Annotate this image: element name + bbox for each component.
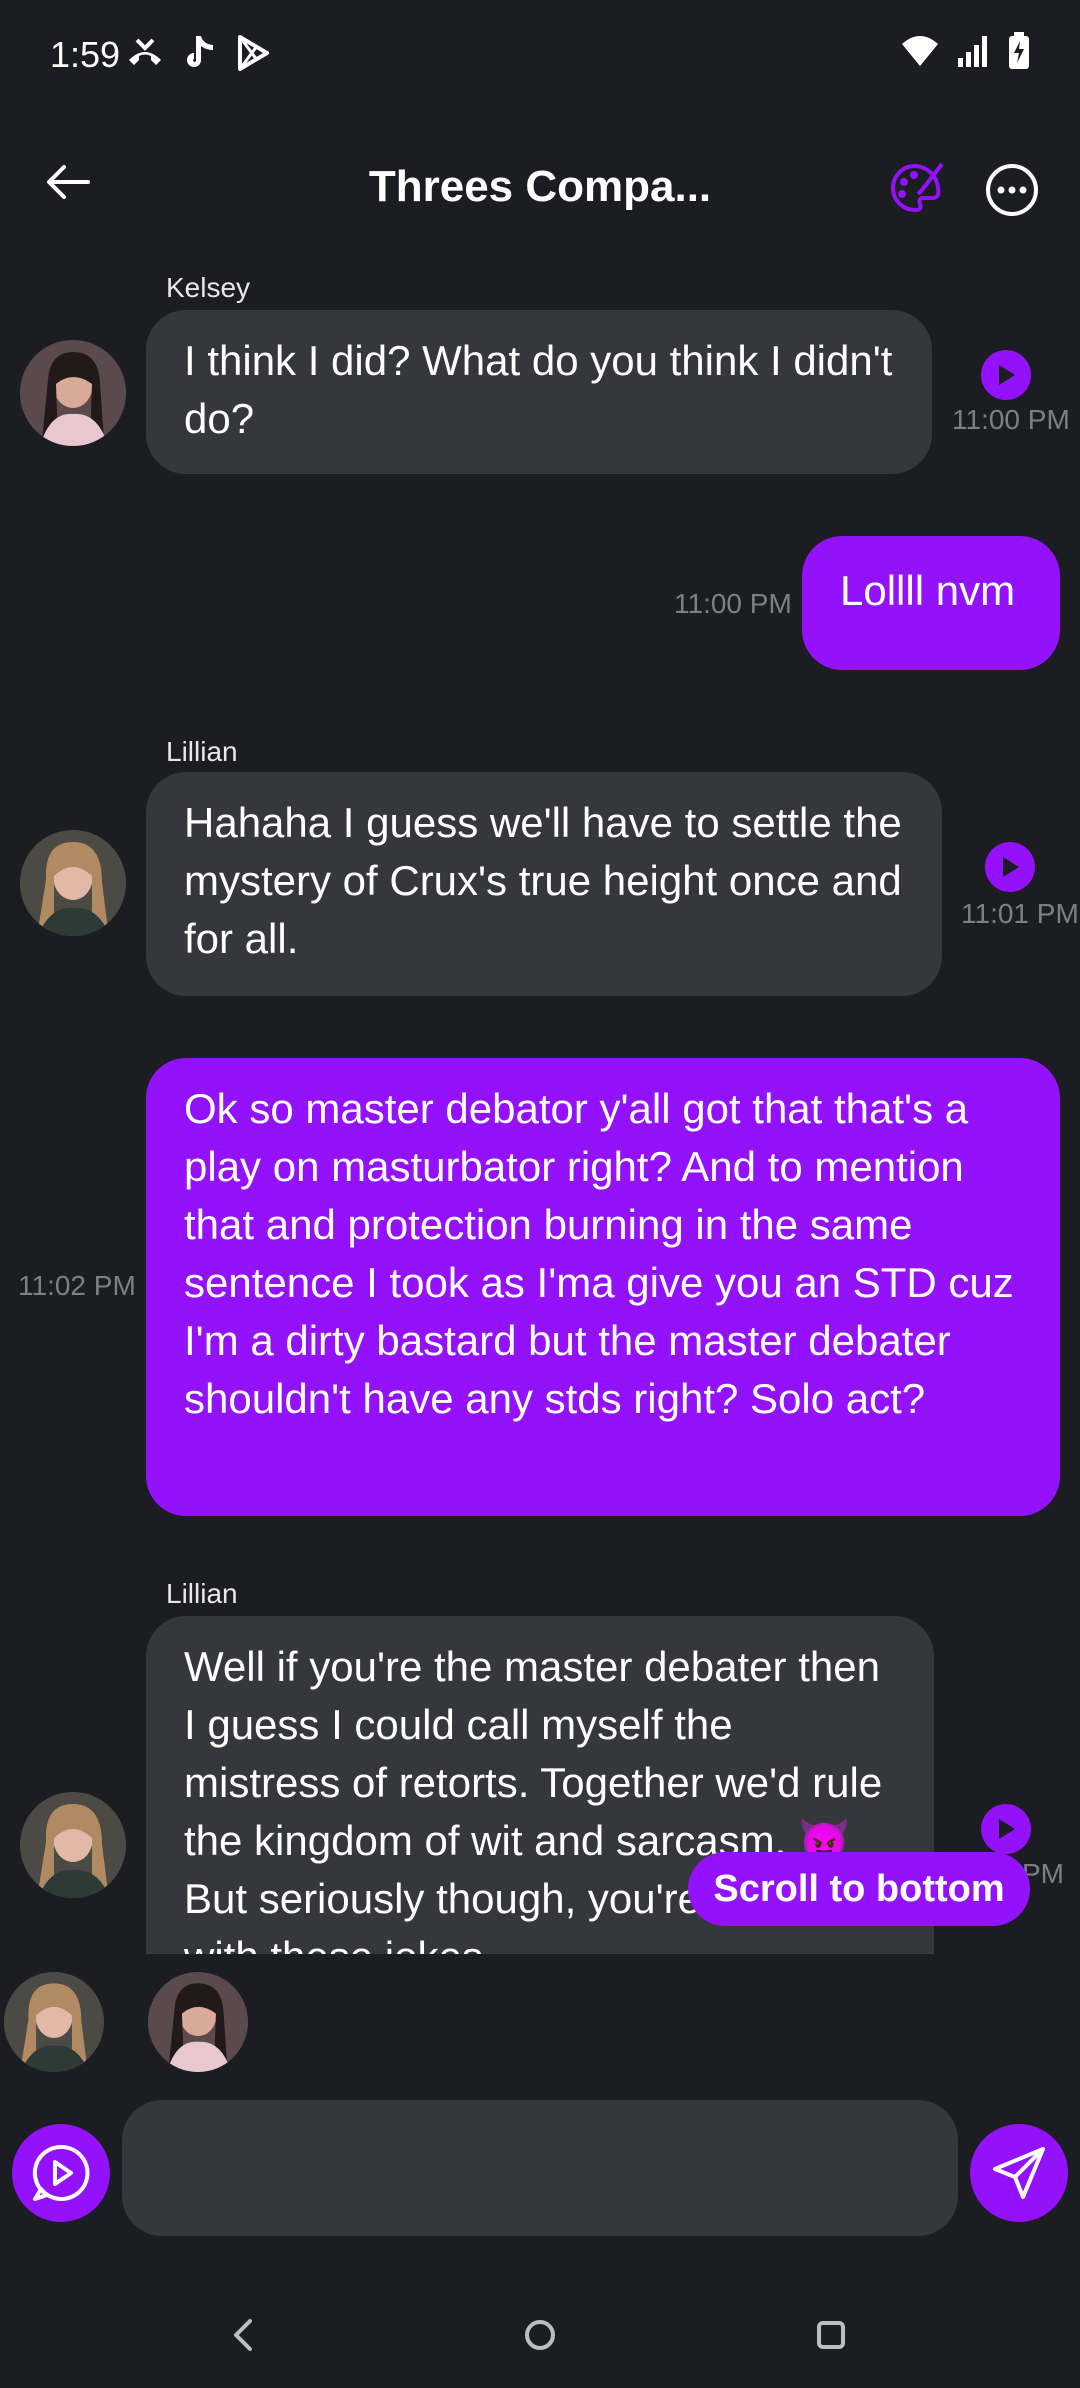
send-button[interactable] (970, 2124, 1068, 2222)
sender-name: Kelsey (166, 272, 251, 303)
play-audio-button[interactable] (985, 842, 1035, 892)
participant-avatar-lillian[interactable] (4, 1972, 104, 2072)
voice-message-button[interactable] (12, 2124, 110, 2222)
send-icon (993, 2147, 1045, 2199)
status-notification-icons (125, 34, 271, 77)
voice-play-icon (32, 2144, 90, 2201)
message-time: 11:00 PM (674, 588, 792, 619)
play-icon (1003, 857, 1019, 877)
more-horizontal-icon (986, 164, 1038, 216)
nav-back-icon (234, 2319, 252, 2351)
message-time: 11:00 PM (952, 404, 1070, 435)
nav-home-button[interactable] (505, 2300, 575, 2370)
message-bubble-outgoing: Ok so master debator y'all got that that… (146, 1058, 1060, 1516)
nav-home-icon (525, 2320, 555, 2350)
signal-icon (956, 34, 992, 73)
status-system-icons (900, 32, 1030, 75)
more-options-button[interactable] (984, 162, 1040, 218)
play-icon (999, 1819, 1015, 1839)
status-time: 1:59 (50, 34, 121, 75)
scroll-to-bottom-button[interactable]: Scroll to bottom (688, 1852, 1030, 1926)
participant-avatar-kelsey[interactable] (148, 1972, 248, 2072)
nav-recents-button[interactable] (796, 2300, 866, 2370)
battery-charging-icon (1008, 32, 1030, 75)
message-bubble: Hahaha I guess we'll have to settle the … (146, 772, 942, 996)
play-store-icon (235, 34, 271, 77)
nav-recents-icon (817, 2321, 845, 2349)
message-time: 11:02 PM (18, 1270, 136, 1301)
wifi-icon (900, 34, 940, 73)
play-audio-button[interactable] (981, 350, 1031, 400)
message-time: 11:01 PM (961, 898, 1079, 929)
chat-title: Threes Compa... (368, 162, 712, 211)
message-bubble: I think I did? What do you think I didn'… (146, 310, 932, 474)
theme-palette-button[interactable] (886, 160, 946, 220)
missed-call-icon (125, 34, 165, 77)
avatar-lillian[interactable] (20, 1792, 126, 1898)
play-icon (999, 365, 1015, 385)
back-button[interactable] (38, 152, 98, 212)
avatar-lillian[interactable] (20, 830, 126, 936)
message-input[interactable] (122, 2100, 958, 2236)
sender-name: Lillian (166, 736, 238, 767)
arrow-left-icon (47, 165, 90, 199)
tiktok-icon (183, 34, 217, 77)
sender-name: Lillian (166, 1578, 238, 1609)
message-bubble-outgoing: Lollll nvm (802, 536, 1060, 670)
nav-back-button[interactable] (208, 2300, 278, 2370)
palette-icon (891, 162, 944, 213)
play-audio-button[interactable] (981, 1804, 1031, 1854)
avatar-kelsey[interactable] (20, 340, 126, 446)
